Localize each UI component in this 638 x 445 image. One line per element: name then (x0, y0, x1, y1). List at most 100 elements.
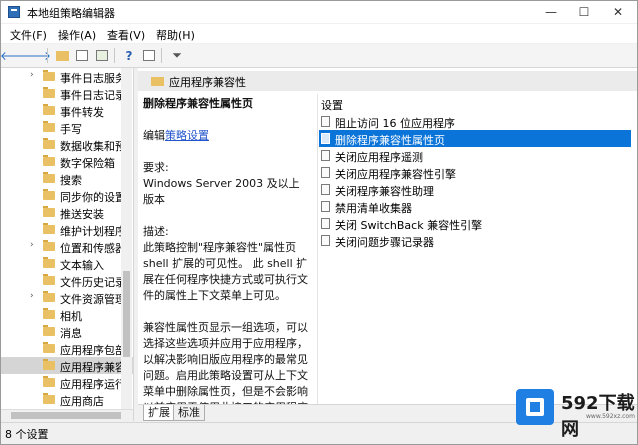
title-bar: 本地组策略编辑器 — ☐ ✕ (1, 1, 637, 23)
tree-item-label: 文件资源管理 (60, 293, 126, 306)
filter-icon[interactable]: ⏷ (169, 48, 185, 63)
tree-item[interactable]: 同步你的设置 (1, 187, 133, 204)
watermark-url: www.592xz.com (586, 413, 635, 420)
forward-icon[interactable]: 🡒 (19, 48, 51, 63)
folder-icon (43, 121, 55, 132)
tree-item[interactable]: 手写 (1, 119, 133, 136)
export-list-icon[interactable] (94, 48, 110, 63)
tree-item[interactable]: 消息 (1, 323, 133, 340)
setting-row[interactable]: 关闭 SwitchBack 兼容性引擎 (319, 215, 631, 232)
tree-item[interactable]: 文件历史记录 (1, 272, 133, 289)
tree-item-label: 位置和传感器 (60, 242, 126, 255)
help-icon[interactable]: ? (121, 48, 137, 63)
tree-item[interactable]: 相机 (1, 306, 133, 323)
up-folder-icon[interactable] (54, 48, 70, 63)
folder-icon (43, 155, 55, 166)
folder-icon (43, 393, 55, 404)
tree-item[interactable]: › 位置和传感器 (1, 238, 133, 255)
tree-item[interactable]: 维护计划程序 (1, 221, 133, 238)
tree-item[interactable]: 数字保险箱 (1, 153, 133, 170)
settings-column-header[interactable]: 设置 (321, 97, 343, 113)
tree-vertical-scrollbar[interactable] (121, 68, 132, 409)
main-window: 本地组策略编辑器 — ☐ ✕ 文件(F) 操作(A) 查看(V) 帮助(H) 🡐… (0, 0, 638, 445)
menu-action[interactable]: 操作(A) (58, 27, 96, 43)
tree-item[interactable]: 事件日志记录 (1, 85, 133, 102)
maximize-button[interactable]: ☐ (567, 1, 601, 23)
tree-item-label: 应用商店 (60, 395, 104, 408)
policy-title: 删除程序兼容性属性页 (143, 97, 253, 110)
tree-item[interactable]: 应用程序运行 (1, 374, 133, 391)
toolbar-separator (47, 48, 48, 63)
tree-item-label: 事件日志记录 (60, 89, 126, 102)
tree-item-label: 手写 (60, 123, 82, 136)
tree-item[interactable]: 数据收集和预 (1, 136, 133, 153)
minimize-button[interactable]: — (534, 1, 568, 23)
folder-icon (151, 77, 164, 86)
menu-file[interactable]: 文件(F) (10, 27, 47, 43)
setting-label: 关闭应用程序兼容性引擎 (335, 168, 456, 181)
menu-help[interactable]: 帮助(H) (156, 27, 195, 43)
navigation-tree: › 事件日志服务 事件日志记录 事件转发 手写 数据收集和预 数字保险箱 搜索 同… (1, 68, 134, 421)
toolbar-separator (114, 48, 115, 63)
tree-item[interactable]: › 事件日志服务 (1, 68, 133, 85)
status-bar (1, 422, 637, 444)
setting-row[interactable]: 关闭应用程序遥测 (319, 147, 631, 164)
folder-icon (43, 206, 55, 217)
group-policy-app-icon (8, 6, 20, 18)
tree-item[interactable]: 搜索 (1, 170, 133, 187)
folder-icon (43, 359, 55, 370)
tree-item-label: 应用程序包部 (60, 344, 126, 357)
setting-label: 删除程序兼容性属性页 (335, 134, 445, 147)
tree-item-label: 维护计划程序 (60, 225, 126, 238)
edit-policy-link[interactable]: 策略设置 (165, 129, 209, 142)
window-title: 本地组策略编辑器 (27, 7, 115, 20)
tree-item[interactable]: › 文件资源管理 (1, 289, 133, 306)
tree-item-label: 文本输入 (60, 259, 104, 272)
folder-icon (43, 138, 55, 149)
menu-view[interactable]: 查看(V) (107, 27, 145, 43)
tree-item-selected[interactable]: 应用程序兼容 (1, 357, 133, 374)
status-text: 8 个设置 (5, 428, 49, 441)
folder-icon (43, 172, 55, 183)
setting-row[interactable]: 阻止访问 16 位应用程序 (319, 113, 631, 130)
folder-icon (43, 189, 55, 200)
tree-item-label: 文件历史记录 (60, 276, 126, 289)
tree-horizontal-scroll-thumb[interactable] (11, 412, 121, 419)
policy-setting-icon (321, 235, 330, 246)
tree-item-label: 搜索 (60, 174, 82, 187)
expand-arrow-icon[interactable]: › (30, 70, 38, 80)
tab-standard[interactable]: 标准 (173, 405, 205, 421)
folder-icon (43, 342, 55, 353)
description-label: 描述: (143, 225, 169, 238)
tree-item-label: 数字保险箱 (60, 157, 115, 170)
folder-icon (43, 274, 55, 285)
setting-row[interactable]: 关闭程序兼容性助理 (319, 181, 631, 198)
tree-item-label: 推送安装 (60, 208, 104, 221)
properties-icon[interactable] (141, 48, 157, 63)
setting-label: 禁用清单收集器 (335, 202, 412, 215)
tree-item[interactable]: 应用程序包部 (1, 340, 133, 357)
close-button[interactable]: ✕ (601, 1, 635, 23)
folder-icon (43, 70, 55, 81)
column-separator (317, 94, 318, 404)
tree-item[interactable]: 推送安装 (1, 204, 133, 221)
setting-row[interactable]: 禁用清单收集器 (319, 198, 631, 215)
policy-setting-icon (321, 201, 330, 212)
tree-item-label: 事件日志服务 (60, 72, 126, 85)
setting-row[interactable]: 关闭应用程序兼容性引擎 (319, 164, 631, 181)
tree-item[interactable]: 应用商店 (1, 391, 133, 408)
tree-scroll-thumb[interactable] (123, 271, 130, 357)
show-hide-tree-icon[interactable] (74, 48, 90, 63)
setting-row-selected[interactable]: 删除程序兼容性属性页 (319, 130, 631, 147)
setting-label: 关闭问题步骤记录器 (335, 236, 434, 249)
tree-item[interactable]: 事件转发 (1, 102, 133, 119)
setting-row[interactable]: 关闭问题步骤记录器 (319, 232, 631, 249)
menu-bar: 文件(F) 操作(A) 查看(V) 帮助(H) (1, 24, 637, 43)
policy-setting-icon (321, 167, 330, 178)
expand-arrow-icon[interactable]: › (30, 291, 38, 301)
tree-item[interactable]: 文本输入 (1, 255, 133, 272)
tab-extended[interactable]: 扩展 (143, 405, 175, 421)
folder-icon (43, 325, 55, 336)
expand-arrow-icon[interactable]: › (30, 240, 38, 250)
tree-item-label: 消息 (60, 327, 82, 340)
